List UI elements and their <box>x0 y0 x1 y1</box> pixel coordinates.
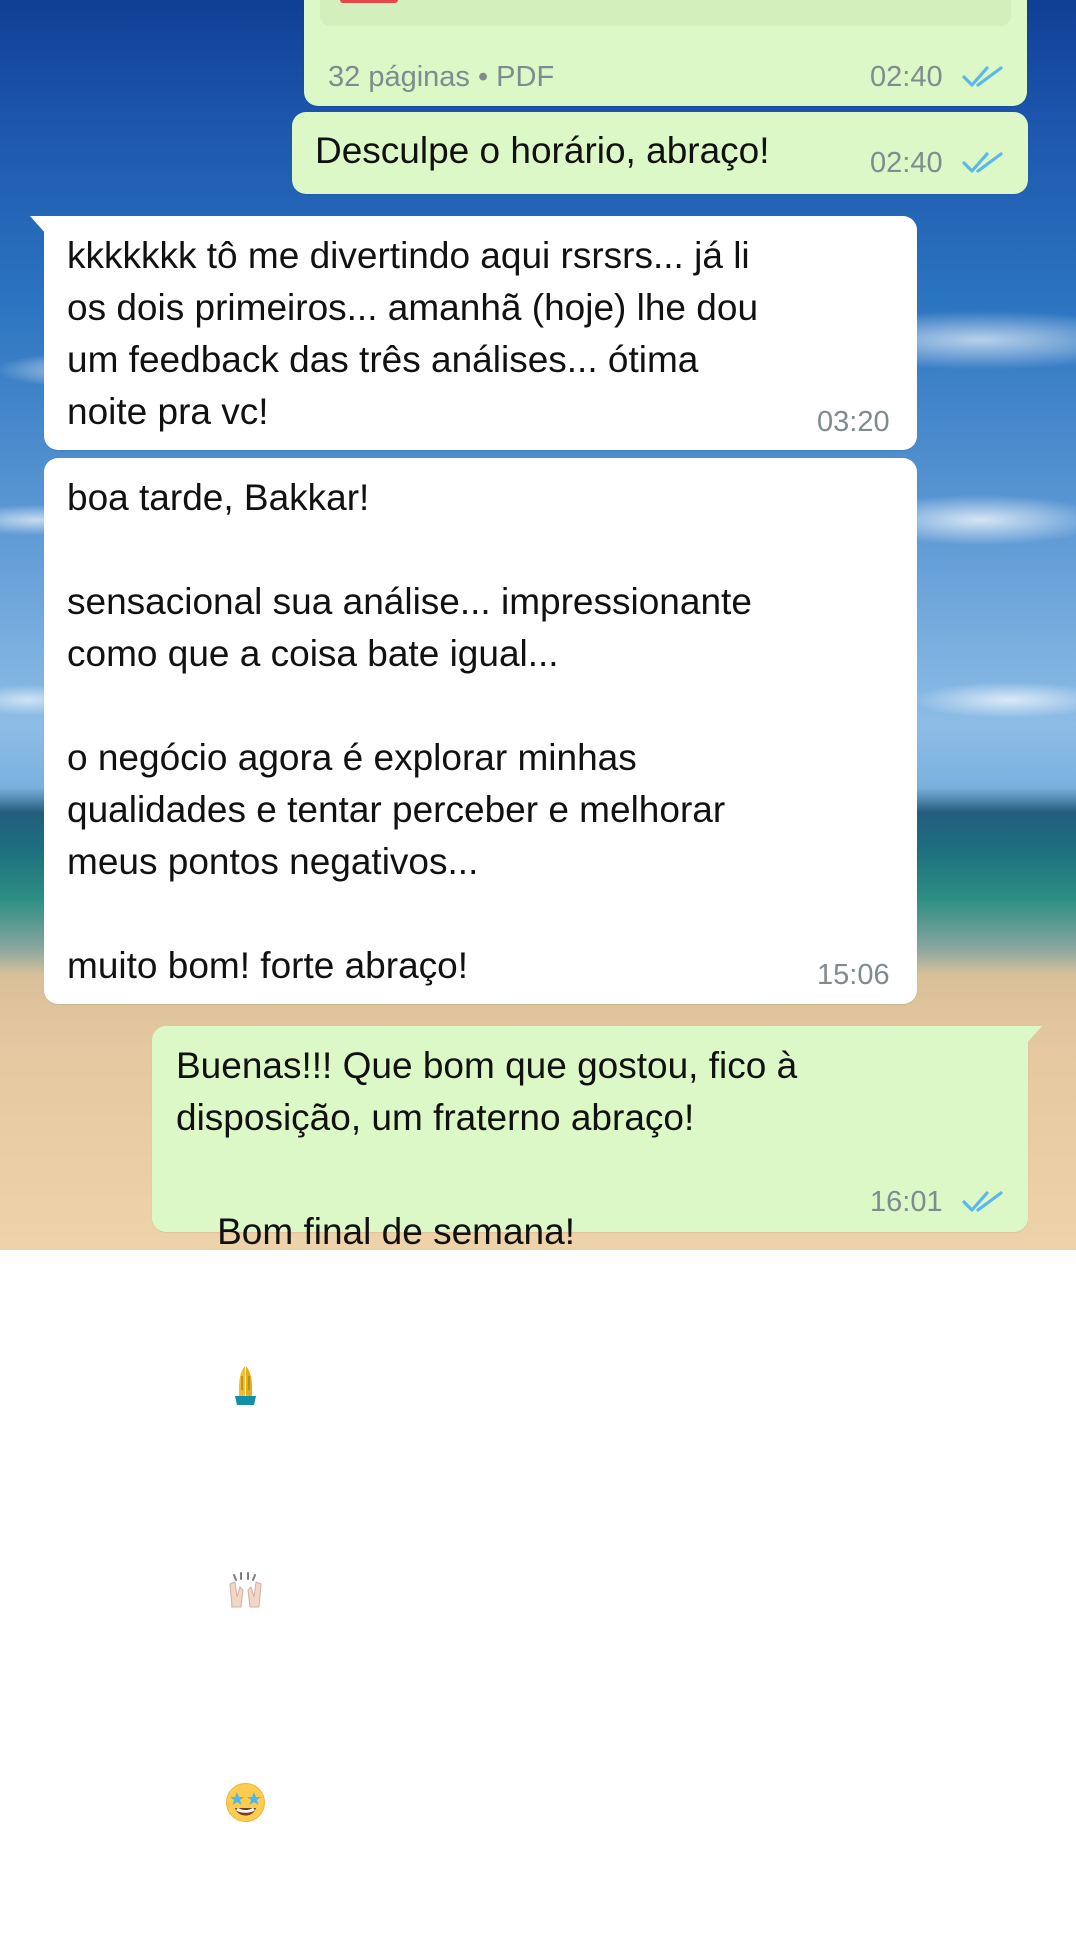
message-text: boa tarde, Bakkar! sensacional sua análi… <box>67 477 752 986</box>
incoming-message-bubble[interactable]: boa tarde, Bakkar! sensacional sua análi… <box>44 458 917 1004</box>
document-meta: 32 páginas • PDF <box>328 61 555 93</box>
double-check-read-icon <box>962 62 1004 90</box>
message-time: 03:20 <box>817 406 890 438</box>
outgoing-message-bubble[interactable]: Desculpe o horário, abraço! 02:40 <box>292 112 1028 194</box>
document-message-bubble[interactable]: 32 páginas • PDF 02:40 <box>304 0 1027 106</box>
message-text-line-2: disposição, um fraterno abraço! <box>176 1097 695 1138</box>
message-text-line-3-text: Bom final de semana! <box>217 1211 575 1252</box>
message-text-line-3: Bom final de semana! <box>176 1154 575 1937</box>
raising-hands-icon <box>223 1467 268 1608</box>
star-struck-icon <box>223 1676 268 1822</box>
message-text: Desculpe o horário, abraço! <box>315 130 770 171</box>
pdf-thumbnail-icon <box>340 0 398 3</box>
bubble-tail <box>30 216 46 234</box>
message-time: 15:06 <box>817 959 890 991</box>
message-text-line-1: Buenas!!! Que bom que gostou, fico à <box>176 1045 798 1086</box>
bubble-tail <box>1026 1026 1042 1044</box>
message-text: kkkkkkk tô me divertindo aqui rsrsrs... … <box>67 235 759 432</box>
folded-hands-icon <box>223 1258 268 1405</box>
incoming-message-bubble[interactable]: kkkkkkk tô me divertindo aqui rsrsrs... … <box>30 216 917 450</box>
double-check-read-icon <box>962 1187 1004 1215</box>
document-preview[interactable] <box>320 0 1011 26</box>
double-check-read-icon <box>962 148 1004 176</box>
message-time: 16:01 <box>870 1186 943 1218</box>
message-time: 02:40 <box>870 61 943 93</box>
message-time: 02:40 <box>870 147 943 179</box>
outgoing-message-bubble[interactable]: Buenas!!! Que bom que gostou, fico à dis… <box>152 1026 1042 1822</box>
